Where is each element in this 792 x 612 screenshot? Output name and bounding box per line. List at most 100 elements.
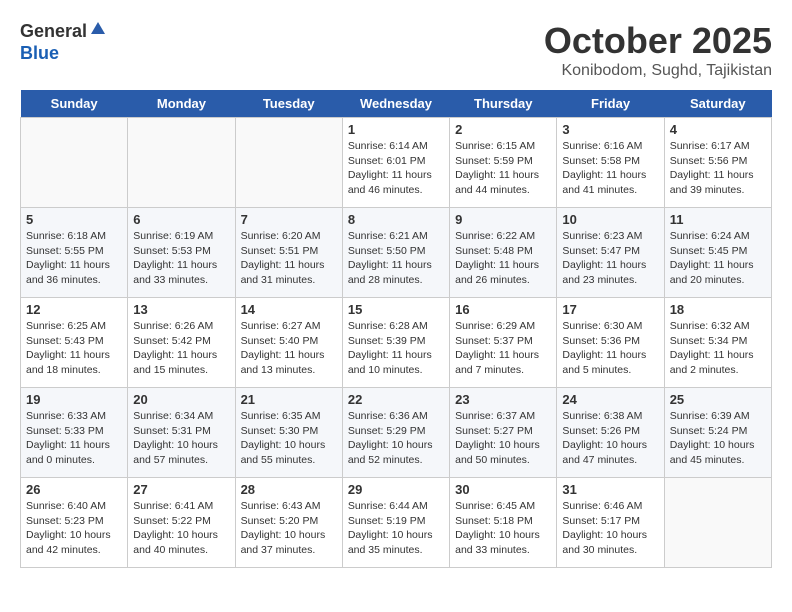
- calendar-cell: 23Sunrise: 6:37 AM Sunset: 5:27 PM Dayli…: [450, 388, 557, 478]
- day-number: 12: [26, 302, 122, 317]
- calendar-cell: 19Sunrise: 6:33 AM Sunset: 5:33 PM Dayli…: [21, 388, 128, 478]
- day-number: 23: [455, 392, 551, 407]
- day-number: 10: [562, 212, 658, 227]
- logo-icon: [89, 20, 107, 38]
- calendar-cell: 24 Sunrise: 6:38 AM Sunset: 5:26 PM Dayli…: [557, 388, 664, 478]
- day-number: 25: [670, 392, 766, 407]
- day-number: 8: [348, 212, 444, 227]
- day-number: 15: [348, 302, 444, 317]
- day-number: 2: [455, 122, 551, 137]
- calendar-cell: [235, 118, 342, 208]
- day-number: 1: [348, 122, 444, 137]
- day-info: Sunrise: 6:46 AM Sunset: 5:17 PM Dayligh…: [562, 499, 658, 558]
- day-info: Sunrise: 6:25 AM Sunset: 5:43 PM Dayligh…: [26, 319, 122, 378]
- day-number: 11: [670, 212, 766, 227]
- weekday-header-thursday: Thursday: [450, 90, 557, 118]
- day-number: 22: [348, 392, 444, 407]
- day-number: 16: [455, 302, 551, 317]
- calendar-cell: [128, 118, 235, 208]
- calendar-cell: 11 Sunrise: 6:24 AM Sunset: 5:45 PM Dayli…: [664, 208, 771, 298]
- calendar-cell: 8Sunrise: 6:21 AM Sunset: 5:50 PM Daylig…: [342, 208, 449, 298]
- calendar-week-row: 1 Sunrise: 6:14 AM Sunset: 6:01 PM Daylig…: [21, 118, 772, 208]
- day-info: Sunrise: 6:24 AM Sunset: 5:45 PM Dayligh…: [670, 229, 766, 288]
- day-number: 13: [133, 302, 229, 317]
- day-number: 18: [670, 302, 766, 317]
- calendar-cell: 2Sunrise: 6:15 AM Sunset: 5:59 PM Daylig…: [450, 118, 557, 208]
- logo: General Blue: [20, 20, 107, 64]
- calendar-cell: 3 Sunrise: 6:16 AM Sunset: 5:58 PM Daylig…: [557, 118, 664, 208]
- calendar-cell: 13Sunrise: 6:26 AM Sunset: 5:42 PM Dayli…: [128, 298, 235, 388]
- day-info: Sunrise: 6:23 AM Sunset: 5:47 PM Dayligh…: [562, 229, 658, 288]
- day-info: Sunrise: 6:32 AM Sunset: 5:34 PM Dayligh…: [670, 319, 766, 378]
- calendar-cell: [664, 478, 771, 568]
- calendar-cell: 14Sunrise: 6:27 AM Sunset: 5:40 PM Dayli…: [235, 298, 342, 388]
- weekday-header-monday: Monday: [128, 90, 235, 118]
- day-number: 4: [670, 122, 766, 137]
- calendar-cell: 10 Sunrise: 6:23 AM Sunset: 5:47 PM Dayli…: [557, 208, 664, 298]
- weekday-header-saturday: Saturday: [664, 90, 771, 118]
- calendar-cell: 17 Sunrise: 6:30 AM Sunset: 5:36 PM Dayli…: [557, 298, 664, 388]
- calendar-cell: 4Sunrise: 6:17 AM Sunset: 5:56 PM Daylig…: [664, 118, 771, 208]
- calendar-cell: 27 Sunrise: 6:41 AM Sunset: 5:22 PM Dayli…: [128, 478, 235, 568]
- weekday-header-row: SundayMondayTuesdayWednesdayThursdayFrid…: [21, 90, 772, 118]
- calendar-week-row: 5Sunrise: 6:18 AM Sunset: 5:55 PM Daylig…: [21, 208, 772, 298]
- day-number: 19: [26, 392, 122, 407]
- day-info: Sunrise: 6:40 AM Sunset: 5:23 PM Dayligh…: [26, 499, 122, 558]
- day-info: Sunrise: 6:29 AM Sunset: 5:37 PM Dayligh…: [455, 319, 551, 378]
- day-info: Sunrise: 6:43 AM Sunset: 5:20 PM Dayligh…: [241, 499, 337, 558]
- logo-text-general: General: [20, 21, 87, 42]
- day-info: Sunrise: 6:19 AM Sunset: 5:53 PM Dayligh…: [133, 229, 229, 288]
- day-info: Sunrise: 6:14 AM Sunset: 6:01 PM Dayligh…: [348, 139, 444, 198]
- calendar-cell: 7 Sunrise: 6:20 AM Sunset: 5:51 PM Daylig…: [235, 208, 342, 298]
- day-number: 29: [348, 482, 444, 497]
- calendar-cell: 30Sunrise: 6:45 AM Sunset: 5:18 PM Dayli…: [450, 478, 557, 568]
- day-info: Sunrise: 6:16 AM Sunset: 5:58 PM Dayligh…: [562, 139, 658, 198]
- page-header: General Blue October 2025 Konibodom, Sug…: [20, 20, 772, 80]
- calendar-cell: 9 Sunrise: 6:22 AM Sunset: 5:48 PM Daylig…: [450, 208, 557, 298]
- day-number: 31: [562, 482, 658, 497]
- day-number: 3: [562, 122, 658, 137]
- day-info: Sunrise: 6:22 AM Sunset: 5:48 PM Dayligh…: [455, 229, 551, 288]
- weekday-header-friday: Friday: [557, 90, 664, 118]
- day-info: Sunrise: 6:36 AM Sunset: 5:29 PM Dayligh…: [348, 409, 444, 468]
- day-info: Sunrise: 6:39 AM Sunset: 5:24 PM Dayligh…: [670, 409, 766, 468]
- day-number: 6: [133, 212, 229, 227]
- calendar-cell: [21, 118, 128, 208]
- title-block: October 2025 Konibodom, Sughd, Tajikista…: [544, 20, 772, 80]
- calendar-week-row: 19Sunrise: 6:33 AM Sunset: 5:33 PM Dayli…: [21, 388, 772, 478]
- calendar-cell: 25 Sunrise: 6:39 AM Sunset: 5:24 PM Dayli…: [664, 388, 771, 478]
- day-number: 28: [241, 482, 337, 497]
- day-number: 20: [133, 392, 229, 407]
- calendar-cell: 5Sunrise: 6:18 AM Sunset: 5:55 PM Daylig…: [21, 208, 128, 298]
- calendar-week-row: 26Sunrise: 6:40 AM Sunset: 5:23 PM Dayli…: [21, 478, 772, 568]
- calendar-cell: 1 Sunrise: 6:14 AM Sunset: 6:01 PM Daylig…: [342, 118, 449, 208]
- day-info: Sunrise: 6:30 AM Sunset: 5:36 PM Dayligh…: [562, 319, 658, 378]
- calendar-week-row: 12 Sunrise: 6:25 AM Sunset: 5:43 PM Dayli…: [21, 298, 772, 388]
- day-info: Sunrise: 6:41 AM Sunset: 5:22 PM Dayligh…: [133, 499, 229, 558]
- calendar-cell: 29 Sunrise: 6:44 AM Sunset: 5:19 PM Dayli…: [342, 478, 449, 568]
- day-info: Sunrise: 6:28 AM Sunset: 5:39 PM Dayligh…: [348, 319, 444, 378]
- calendar-cell: 28 Sunrise: 6:43 AM Sunset: 5:20 PM Dayli…: [235, 478, 342, 568]
- calendar-cell: 22 Sunrise: 6:36 AM Sunset: 5:29 PM Dayli…: [342, 388, 449, 478]
- calendar-cell: 21 Sunrise: 6:35 AM Sunset: 5:30 PM Dayli…: [235, 388, 342, 478]
- day-number: 7: [241, 212, 337, 227]
- day-number: 17: [562, 302, 658, 317]
- calendar-title: October 2025: [544, 20, 772, 62]
- day-info: Sunrise: 6:44 AM Sunset: 5:19 PM Dayligh…: [348, 499, 444, 558]
- logo-text-blue: Blue: [20, 43, 59, 64]
- weekday-header-wednesday: Wednesday: [342, 90, 449, 118]
- day-info: Sunrise: 6:34 AM Sunset: 5:31 PM Dayligh…: [133, 409, 229, 468]
- day-number: 9: [455, 212, 551, 227]
- calendar-cell: 31 Sunrise: 6:46 AM Sunset: 5:17 PM Dayli…: [557, 478, 664, 568]
- day-number: 27: [133, 482, 229, 497]
- day-info: Sunrise: 6:35 AM Sunset: 5:30 PM Dayligh…: [241, 409, 337, 468]
- day-number: 14: [241, 302, 337, 317]
- calendar-cell: 20 Sunrise: 6:34 AM Sunset: 5:31 PM Dayli…: [128, 388, 235, 478]
- day-info: Sunrise: 6:20 AM Sunset: 5:51 PM Dayligh…: [241, 229, 337, 288]
- day-number: 21: [241, 392, 337, 407]
- calendar-cell: 26Sunrise: 6:40 AM Sunset: 5:23 PM Dayli…: [21, 478, 128, 568]
- day-info: Sunrise: 6:38 AM Sunset: 5:26 PM Dayligh…: [562, 409, 658, 468]
- weekday-header-sunday: Sunday: [21, 90, 128, 118]
- day-info: Sunrise: 6:45 AM Sunset: 5:18 PM Dayligh…: [455, 499, 551, 558]
- day-number: 24: [562, 392, 658, 407]
